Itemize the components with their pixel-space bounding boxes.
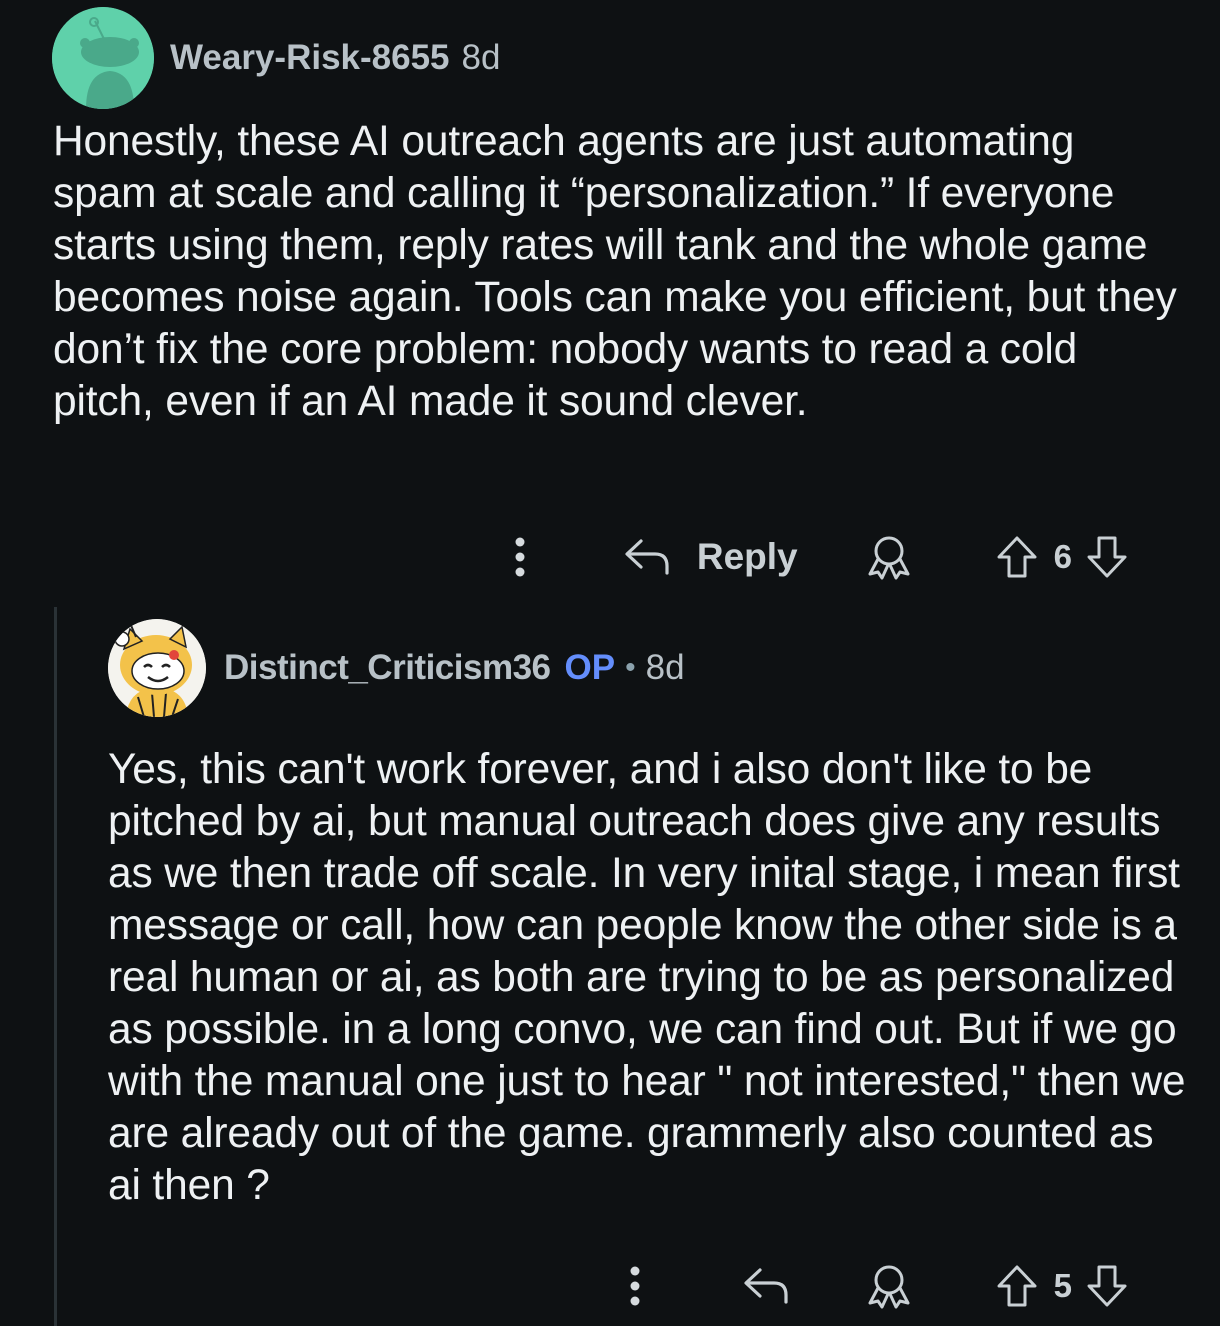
more-options-button[interactable] [505,527,535,587]
reply-arrow-icon [625,539,669,575]
comment-header: Distinct_Criticism36 OP • 8d [108,618,685,718]
snoo-avatar-icon [52,7,154,109]
upvote-arrow-icon [997,1265,1037,1307]
username[interactable]: Distinct_Criticism36 [224,648,551,688]
timestamp: 8d [461,38,501,77]
reply-arrow-icon [744,1268,788,1304]
more-vertical-icon [630,1266,640,1306]
upvote-arrow-icon [997,536,1037,578]
upvote-button[interactable] [994,1263,1040,1309]
award-icon [868,536,910,580]
downvote-button[interactable] [1084,1263,1130,1309]
comment-header: Weary-Risk-8655 8d [52,6,500,110]
award-icon [868,1265,910,1309]
upvote-button[interactable] [994,534,1040,580]
award-button[interactable] [864,1261,914,1311]
doge-snoo-avatar-icon [108,619,206,717]
comment-body: Honestly, these AI outreach agents are j… [53,118,1177,425]
comment-body: Yes, this can't work forever, and i also… [108,746,1186,1209]
comment-actions: 5 [620,1254,1130,1318]
award-button[interactable] [864,532,914,582]
comment-actions: Reply 6 [505,525,1130,589]
reply-button[interactable]: Reply [623,535,798,579]
avatar[interactable] [108,619,206,717]
more-options-button[interactable] [620,1256,650,1316]
downvote-button[interactable] [1084,534,1130,580]
op-badge: OP [564,648,616,687]
downvote-arrow-icon [1087,1265,1127,1307]
avatar[interactable] [52,7,154,109]
comment-1: Weary-Risk-8655 8d Honestly, these AI ou… [0,0,1220,600]
comment-2: Distinct_Criticism36 OP • 8d Yes, this c… [0,600,1220,1326]
reply-button[interactable] [742,1264,792,1308]
timestamp: 8d [645,648,685,687]
more-vertical-icon [515,537,525,577]
vote-count: 5 [1053,1267,1072,1304]
separator: • [625,651,636,684]
vote-count: 6 [1053,538,1072,575]
username[interactable]: Weary-Risk-8655 [170,38,450,78]
downvote-arrow-icon [1087,536,1127,578]
reply-label: Reply [696,536,798,577]
